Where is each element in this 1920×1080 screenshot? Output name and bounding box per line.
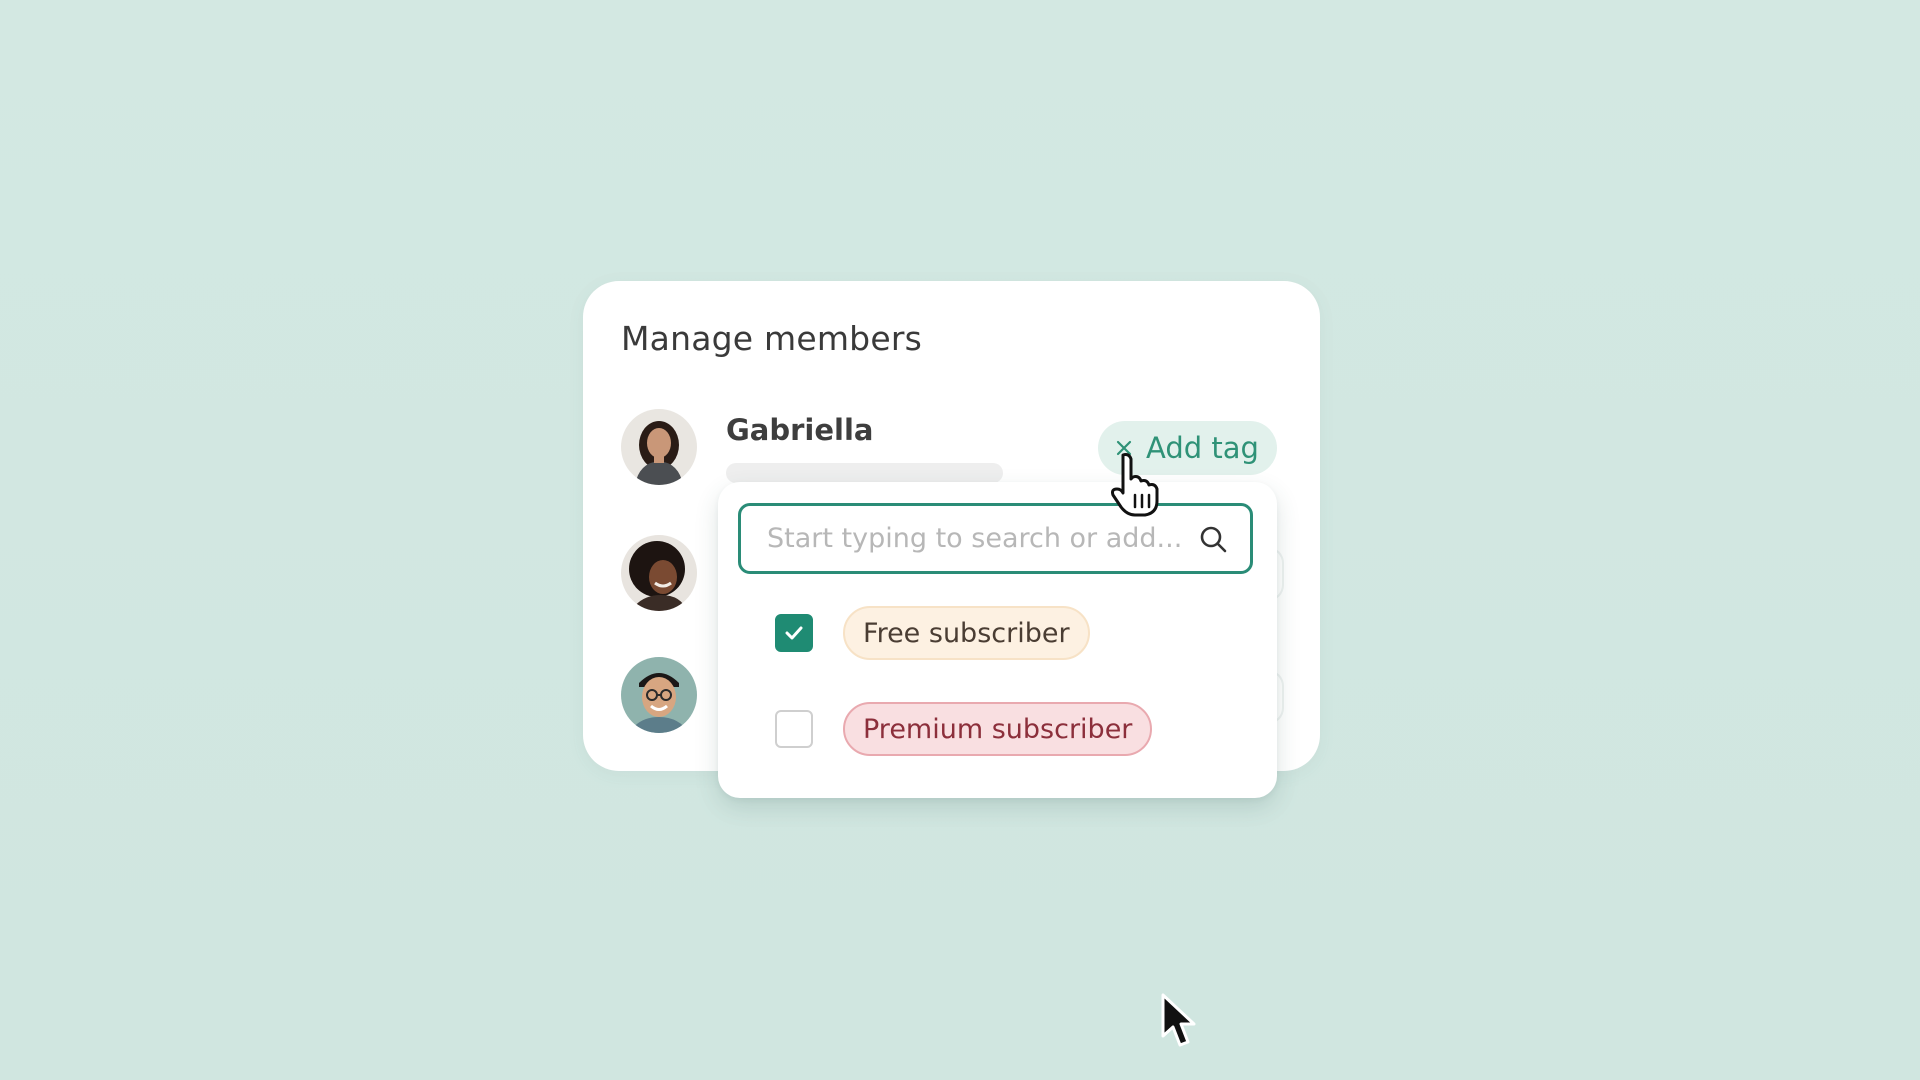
tag-option[interactable]: Premium subscriber (775, 702, 1153, 756)
tag-option[interactable]: Free subscriber (775, 606, 1090, 660)
member-detail-placeholder (726, 463, 1003, 483)
premium-subscriber-tag[interactable]: Premium subscriber (843, 702, 1153, 756)
member-name: Gabriella (726, 413, 874, 447)
check-icon (785, 626, 803, 640)
arrow-cursor-icon (1160, 992, 1198, 1050)
tag-dropdown: Free subscriber Premium subscriber (718, 482, 1277, 798)
avatar[interactable] (621, 409, 697, 485)
add-tag-button[interactable]: Add tag (1098, 421, 1277, 475)
avatar[interactable] (621, 535, 697, 611)
avatar[interactable] (621, 657, 697, 733)
search-icon[interactable] (1198, 524, 1228, 554)
card-title: Manage members (621, 319, 922, 358)
add-tag-label: Add tag (1146, 431, 1259, 465)
stage: Manage members Gabriella Add tag Start t… (0, 0, 1920, 1080)
tag-checkbox-unchecked[interactable] (775, 710, 813, 748)
search-field[interactable] (738, 503, 1253, 574)
tag-checkbox-checked[interactable] (775, 614, 813, 652)
search-input[interactable] (767, 506, 1187, 571)
free-subscriber-tag[interactable]: Free subscriber (843, 606, 1090, 660)
close-icon[interactable] (1114, 438, 1134, 458)
